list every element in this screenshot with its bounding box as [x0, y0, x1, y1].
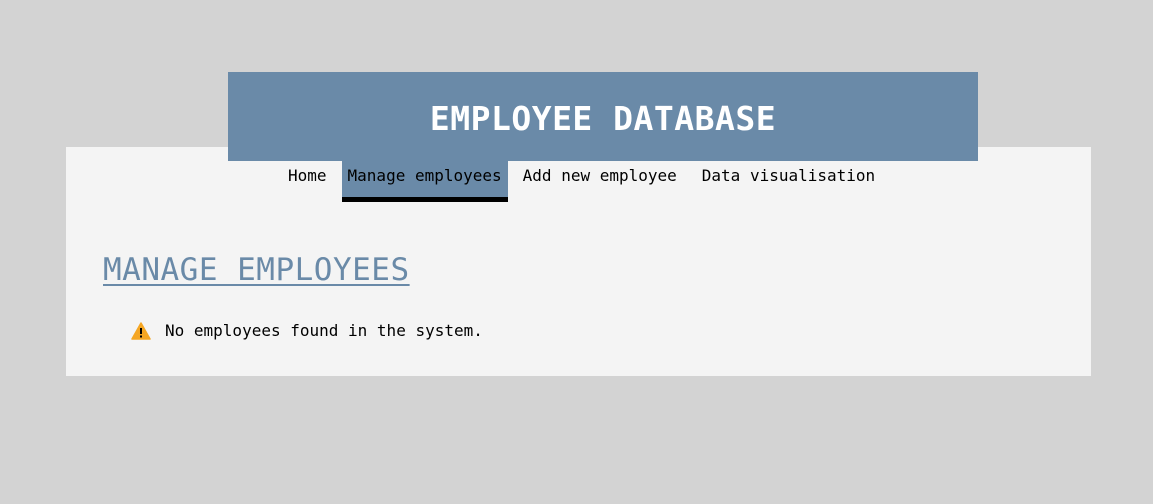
nav-item-data-visualisation[interactable]: Data visualisation: [692, 161, 885, 202]
nav-item-home[interactable]: Home: [278, 161, 337, 202]
header-banner: EMPLOYEE DATABASE: [228, 72, 978, 161]
main-nav: Home Manage employees Add new employee D…: [278, 161, 890, 202]
nav-item-manage-employees[interactable]: Manage employees: [341, 161, 508, 202]
page-title: MANAGE EMPLOYEES: [103, 252, 410, 288]
site-title: EMPLOYEE DATABASE: [429, 99, 777, 138]
warning-icon: [131, 321, 151, 340]
nav-item-add-new-employee[interactable]: Add new employee: [513, 161, 687, 202]
notice-text: No employees found in the system.: [165, 321, 483, 340]
empty-state-notice: No employees found in the system.: [131, 321, 483, 340]
